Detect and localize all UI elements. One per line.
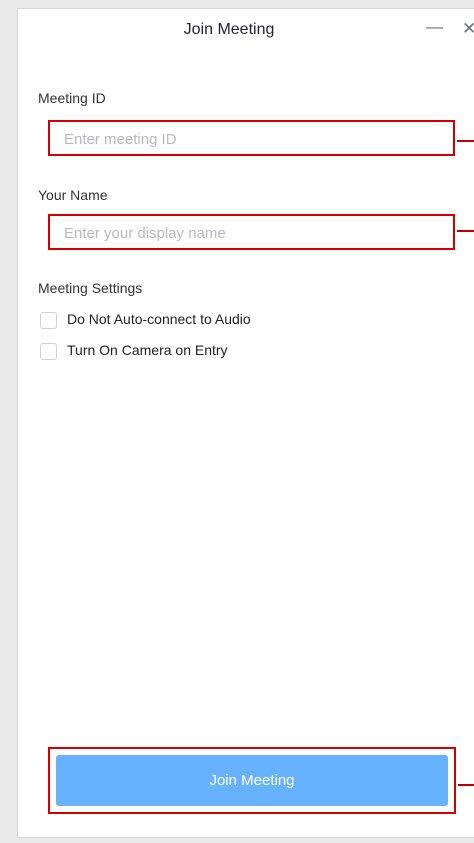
display-name-input[interactable] (64, 222, 434, 244)
meeting-settings-heading: Meeting Settings (38, 280, 143, 296)
meeting-id-field-outline (48, 120, 455, 156)
your-name-field-outline (48, 214, 455, 250)
checkbox-no-auto-audio[interactable] (40, 312, 57, 329)
title-bar: Join Meeting — ✕ (18, 9, 474, 55)
minimize-icon[interactable]: — (426, 17, 443, 37)
your-name-label: Your Name (38, 187, 108, 203)
option-camera-on-entry-label: Turn On Camera on Entry (67, 342, 228, 358)
option-no-auto-audio-label: Do Not Auto-connect to Audio (67, 311, 251, 327)
window-title: Join Meeting (183, 21, 275, 38)
callout-line-join (458, 784, 474, 786)
meeting-id-label: Meeting ID (38, 90, 106, 106)
callout-line-meeting-id (457, 140, 474, 142)
join-meeting-button[interactable]: Join Meeting (56, 755, 448, 806)
meeting-id-input[interactable] (64, 128, 434, 150)
close-icon[interactable]: ✕ (462, 19, 474, 39)
callout-line-your-name (457, 230, 474, 232)
join-button-outline: Join Meeting (48, 747, 456, 814)
checkbox-camera-on-entry[interactable] (40, 343, 57, 360)
